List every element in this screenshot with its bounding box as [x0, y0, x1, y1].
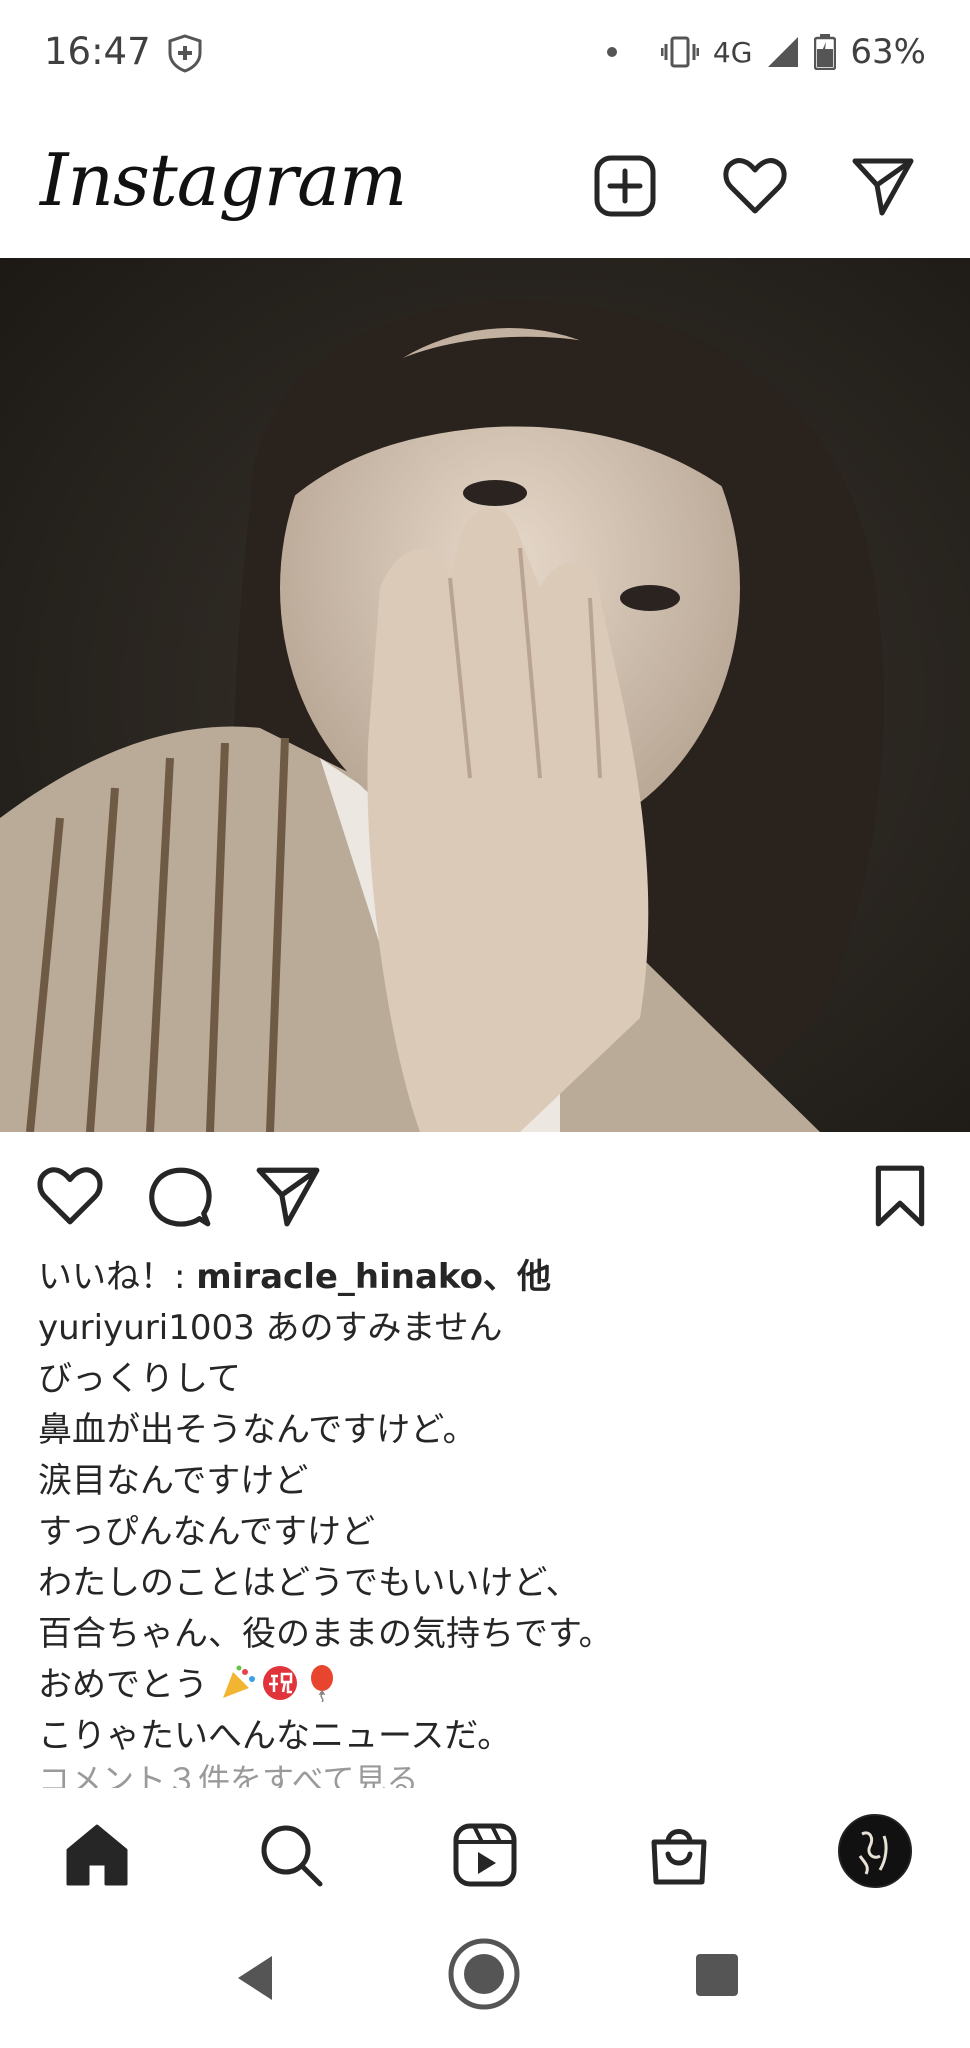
bottom-nav [0, 1790, 970, 1910]
battery-percent: 63% [850, 32, 926, 72]
signal-icon [768, 37, 799, 67]
caption-first-line: yuriyuri1003 あのすみません [38, 1303, 938, 1354]
view-all-comments-link[interactable]: コメント３件をすべて見る [38, 1758, 938, 1788]
likes-suffix[interactable]: 、他 [483, 1257, 551, 1297]
post-actions [0, 1132, 970, 1252]
shield-icon [168, 34, 202, 73]
profile-avatar-image [840, 1816, 910, 1886]
status-bar: 16:47 4G 63% [0, 0, 970, 108]
direct-message-icon[interactable] [850, 153, 916, 219]
recent-apps-icon[interactable] [696, 1954, 738, 1996]
celebration-kanji-icon [262, 1666, 297, 1700]
profile-avatar[interactable] [838, 1814, 912, 1888]
vibrate-icon [660, 36, 699, 68]
like-heart-icon[interactable] [36, 1162, 104, 1230]
congrats-line: おめでとう [38, 1660, 938, 1711]
system-nav-bar [0, 1910, 970, 2048]
caption-text: あのすみません [254, 1308, 503, 1348]
post-caption: いいね！: miracle_hinako、他 yuriyuri1003 あのすみ… [38, 1252, 938, 1762]
comment-icon[interactable] [146, 1162, 214, 1230]
caption-line: すっぴんなんですけど [38, 1512, 375, 1552]
battery-icon [814, 34, 837, 70]
activity-heart-icon[interactable] [722, 153, 788, 219]
likes-prefix: いいね！: [38, 1257, 197, 1297]
save-bookmark-icon[interactable] [866, 1162, 934, 1230]
likes-line: いいね！: miracle_hinako、他 [38, 1252, 938, 1303]
instagram-logo[interactable]: Instagram [40, 138, 407, 222]
shop-icon[interactable] [644, 1820, 714, 1890]
network-label: 4G [712, 35, 753, 69]
post-photo-image [0, 258, 970, 1132]
caption-last-line: こりゃたいへんなニュースだ。 [38, 1716, 512, 1756]
caption-line: 涙目なんですけど [38, 1461, 309, 1501]
caption-line: 百合ちゃん、役のままの気持ちです。 [38, 1614, 613, 1654]
congrats-text: おめでとう [38, 1665, 208, 1705]
caption-line: びっくりして [38, 1359, 241, 1399]
status-time: 16:47 [44, 30, 151, 73]
app-bar: Instagram [0, 108, 970, 258]
balloon-icon [310, 1665, 333, 1702]
status-right: 4G 63% [606, 30, 926, 74]
notification-dot [606, 47, 617, 57]
caption-line: わたしのことはどうでもいいけど、 [38, 1563, 580, 1603]
search-icon[interactable] [256, 1820, 326, 1890]
new-post-icon[interactable] [592, 153, 658, 219]
caption-line: 鼻血が出そうなんですけど。 [38, 1410, 477, 1450]
author-link[interactable]: yuriyuri1003 [38, 1308, 255, 1348]
share-icon[interactable] [254, 1162, 322, 1230]
home-button-icon[interactable] [446, 1936, 522, 2012]
back-icon[interactable] [228, 1950, 284, 2006]
post-photo[interactable] [0, 258, 970, 1132]
home-icon[interactable] [62, 1820, 132, 1890]
party-popper-icon [222, 1665, 255, 1698]
reels-icon[interactable] [450, 1820, 520, 1890]
likes-user-link[interactable]: miracle_hinako [196, 1257, 483, 1297]
